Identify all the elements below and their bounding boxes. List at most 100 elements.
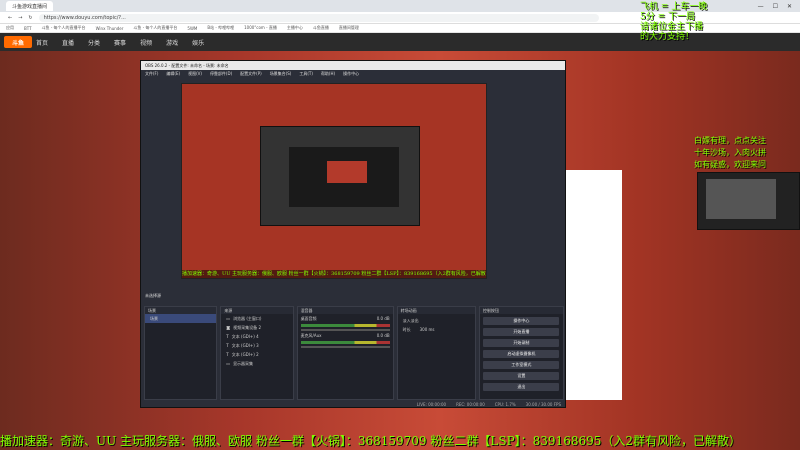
overlay-line: 5分 = 下一局 [640, 12, 695, 22]
overlay-line: 请诸位金主下播 [640, 22, 704, 32]
dock-title: 混音器 [297, 307, 393, 314]
obs-status-bar: LIVE: 00:00:00 REC: 00:00:00 CPU: 1.7% 3… [141, 400, 567, 408]
bookmark-item[interactable]: 斗鱼 - 每个人的直播平台 [133, 25, 177, 31]
duration-label: 时长 [402, 326, 411, 332]
nav-item[interactable]: 赛事 [114, 38, 126, 47]
channel-name: 桌面音频 [300, 316, 317, 321]
obs-preview[interactable]: 播加速器：奇游、UU 主玩服务器：俄服、欧服 粉丝一群【火锅】：36815970… [181, 83, 487, 279]
mixer-channel: 桌面音频 0.0 dB [298, 314, 393, 331]
sources-dock: 来源 ▭ 浏览器 (主窗口) ◙ 视频采集设备 2 T 文本 (GDI+) 4 T 文本… [220, 306, 294, 400]
forward-icon[interactable]: → [18, 15, 22, 21]
camera-icon: ◙ [226, 325, 231, 330]
tab-title: 斗鱼游戏直播间 [12, 3, 48, 10]
start-recording-button[interactable]: 开始录制 [483, 339, 560, 347]
nav-item[interactable]: 首页 [36, 38, 48, 47]
source-item[interactable]: ▭ 浏览器 (主窗口) [221, 314, 292, 323]
nav-item[interactable]: 分类 [88, 38, 100, 47]
source-item[interactable]: ◙ 视频采集设备 2 [221, 323, 292, 332]
nested-preview-2 [289, 147, 399, 207]
preview-ticker: 播加速器：奇游、UU 主玩服务器：俄服、欧服 粉丝一群【火锅】：36815970… [182, 270, 487, 278]
bookmark-item[interactable]: 主播中心 [287, 25, 303, 31]
scenes-dock: 场景 场景 [144, 306, 218, 400]
bookmark-item[interactable]: 直播间管理 [339, 25, 359, 31]
nav-item[interactable]: 游戏 [166, 38, 178, 47]
menu-item[interactable]: 帮助(H) [321, 71, 335, 77]
reload-icon[interactable]: ↻ [28, 15, 32, 21]
source-label: 视频采集设备 2 [233, 324, 261, 330]
menu-item[interactable]: 场景集合(S) [270, 71, 292, 77]
bookmark-item[interactable]: 5WM [187, 26, 197, 31]
source-item[interactable]: T 文本 (GDI+) 4 [221, 332, 292, 341]
volume-slider[interactable] [300, 346, 390, 348]
browser-tab[interactable]: 斗鱼游戏直播间 [6, 1, 54, 11]
close-button[interactable]: ✕ [787, 3, 792, 10]
controls-dock: 控制按钮 操作中心 开始直播 开始录制 启动虚拟摄像机 工作室模式 设置 退出 [478, 306, 564, 400]
dock-title: 来源 [221, 307, 293, 314]
studio-mode-button[interactable]: 工作室模式 [483, 361, 560, 369]
nav-item[interactable]: 娱乐 [192, 38, 204, 47]
overlay-line: 十年沙场，入肉火拼 [694, 148, 766, 157]
bookmark-item[interactable]: B站 - 哔哩哔哩 [207, 25, 234, 31]
bookmark-item[interactable]: 斗鱼直播 [313, 25, 329, 31]
overlay-line: 如有疑惑，欢迎来问 [694, 160, 766, 169]
menu-item[interactable]: 视图(V) [188, 71, 202, 77]
window-controls: — ☐ ✕ [758, 3, 800, 10]
menu-item[interactable]: 编辑(E) [166, 71, 180, 77]
bottom-ticker: 播加速器：奇游、UU 主玩服务器：俄服、欧服 粉丝一群【火锅】：36815970… [0, 434, 741, 448]
text-icon: T [226, 334, 229, 339]
duration-row: 时长 300 ms [398, 325, 475, 334]
live-status: LIVE: 00:00:00 [416, 401, 447, 407]
overlay-line: 白嫖有理，点点关注 [694, 136, 766, 145]
virtual-camera-button[interactable]: 启动虚拟摄像机 [483, 350, 560, 358]
rec-status: REC: 00:00:00 [456, 401, 485, 407]
text-icon: T [226, 343, 229, 348]
obs-title-bar: OBS 26.0.2 - 配置文件: 未命名 - 场景: 未命名 [141, 61, 565, 70]
bookmark-item[interactable]: 1000°com - 直播 [244, 25, 277, 31]
browser-window: 斗鱼游戏直播间 — ☐ ✕ ← → ↻ https://www.douyu.co… [0, 0, 800, 450]
nav-item[interactable]: 视频 [140, 38, 152, 47]
dock-title: 转场动画 [397, 307, 475, 314]
url-input[interactable]: https://www.douyu.com/topic/?... [38, 13, 599, 22]
maximize-button[interactable]: ☐ [773, 3, 778, 10]
menu-item[interactable]: 工具(T) [299, 71, 313, 77]
transitions-dock: 转场动画 淡入淡出 时长 300 ms [396, 306, 476, 400]
obs-window: OBS 26.0.2 - 配置文件: 未命名 - 场景: 未命名 文件(F) 编… [140, 60, 566, 408]
exit-button[interactable]: 退出 [483, 383, 560, 391]
source-item[interactable]: ▭ 显示器采集 [221, 359, 292, 368]
action-center-button[interactable]: 操作中心 [483, 317, 560, 325]
bookmark-item[interactable]: 应用 [6, 25, 14, 31]
menu-item[interactable]: 文件(F) [145, 71, 158, 77]
menu-item[interactable]: 操作中心 [343, 71, 359, 77]
monitor-icon: ▭ [226, 361, 231, 366]
source-item[interactable]: T 文本 (GDI+) 2 [221, 350, 292, 359]
scene-label: 场景 [150, 315, 158, 321]
scene-item[interactable]: 场景 [145, 314, 217, 323]
site-logo[interactable]: 斗鱼 [4, 36, 32, 48]
monitor-icon: ▭ [226, 316, 231, 321]
no-source-label: 未选择源 [145, 293, 161, 298]
back-icon[interactable]: ← [8, 15, 12, 21]
channel-level: 0.0 dB [376, 316, 390, 321]
nav-item[interactable]: 直播 [62, 38, 74, 47]
dock-row: 场景 场景 来源 ▭ 浏览器 (主窗口) ◙ 视频采集设备 2 T 文本 (GDI+)… [141, 306, 567, 400]
mixer-dock: 混音器 桌面音频 0.0 dB 麦克风/Aux 0.0 dB [296, 306, 394, 400]
bookmark-item[interactable]: 斗鱼 - 每个人的直播平台 [42, 25, 86, 31]
source-label: 浏览器 (主窗口) [233, 315, 262, 321]
source-item[interactable]: T 文本 (GDI+) 3 [221, 341, 292, 350]
cpu-status: CPU: 1.7% [494, 401, 516, 407]
duration-input[interactable]: 300 ms [420, 327, 435, 332]
volume-meter [300, 341, 390, 344]
source-label: 文本 (GDI+) 4 [231, 333, 259, 339]
start-streaming-button[interactable]: 开始直播 [483, 328, 560, 336]
overlay-right: 白嫖有理，点点关注 十年沙场，入肉火拼 如有疑惑，欢迎来问 [694, 135, 766, 171]
menu-item[interactable]: 停靠部件(D) [210, 71, 232, 77]
menu-item[interactable]: 配置文件(P) [240, 71, 262, 77]
bookmark-item[interactable]: BTT [24, 26, 32, 31]
settings-button[interactable]: 设置 [483, 372, 560, 380]
minimize-button[interactable]: — [758, 3, 764, 10]
source-label: 文本 (GDI+) 3 [231, 342, 259, 348]
source-label: 显示器采集 [233, 360, 254, 366]
transition-select[interactable]: 淡入淡出 [398, 316, 475, 325]
obs-menu-bar: 文件(F) 编辑(E) 视图(V) 停靠部件(D) 配置文件(P) 场景集合(S… [141, 70, 565, 78]
bookmark-item[interactable]: Winx Thunder [96, 26, 124, 31]
